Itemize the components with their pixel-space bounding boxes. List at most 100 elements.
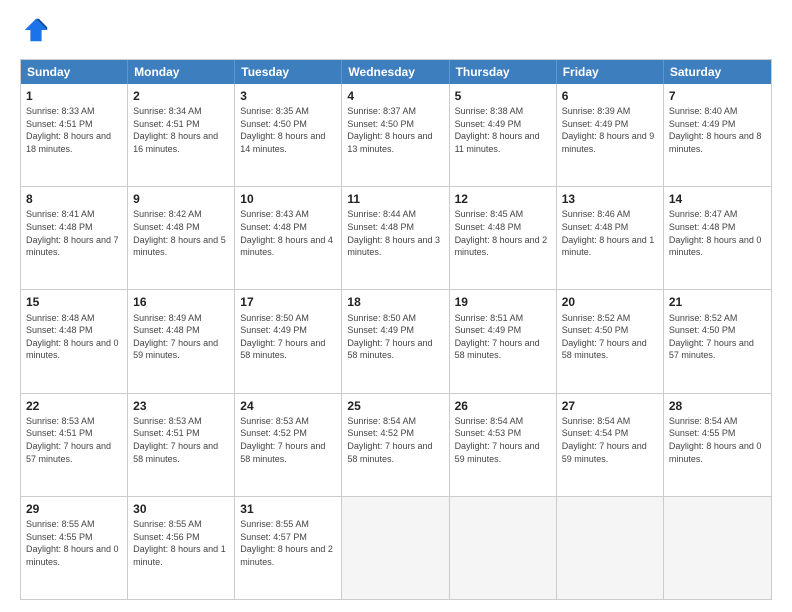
header-cell-friday: Friday <box>557 60 664 84</box>
cell-info: Daylight: 8 hours and 0 minutes. <box>669 234 766 259</box>
calendar-row-3: 15Sunrise: 8:48 AMSunset: 4:48 PMDayligh… <box>21 289 771 392</box>
cell-info: Sunrise: 8:47 AM <box>669 208 766 221</box>
day-number: 30 <box>133 501 229 517</box>
header <box>20 16 772 49</box>
cell-info: Sunrise: 8:43 AM <box>240 208 336 221</box>
cell-info: Sunset: 4:55 PM <box>26 531 122 544</box>
cell-info: Daylight: 8 hours and 1 minute. <box>133 543 229 568</box>
day-cell-19: 19Sunrise: 8:51 AMSunset: 4:49 PMDayligh… <box>450 290 557 392</box>
day-cell-1: 1Sunrise: 8:33 AMSunset: 4:51 PMDaylight… <box>21 84 128 186</box>
day-cell-27: 27Sunrise: 8:54 AMSunset: 4:54 PMDayligh… <box>557 394 664 496</box>
cell-info: Sunset: 4:54 PM <box>562 427 658 440</box>
day-number: 9 <box>133 191 229 207</box>
cell-info: Sunrise: 8:41 AM <box>26 208 122 221</box>
calendar-body: 1Sunrise: 8:33 AMSunset: 4:51 PMDaylight… <box>21 84 771 599</box>
day-number: 3 <box>240 88 336 104</box>
cell-info: Sunrise: 8:51 AM <box>455 312 551 325</box>
cell-info: Sunrise: 8:54 AM <box>669 415 766 428</box>
day-number: 16 <box>133 294 229 310</box>
day-number: 25 <box>347 398 443 414</box>
header-cell-wednesday: Wednesday <box>342 60 449 84</box>
day-cell-28: 28Sunrise: 8:54 AMSunset: 4:55 PMDayligh… <box>664 394 771 496</box>
cell-info: Sunrise: 8:38 AM <box>455 105 551 118</box>
day-cell-23: 23Sunrise: 8:53 AMSunset: 4:51 PMDayligh… <box>128 394 235 496</box>
cell-info: Sunrise: 8:55 AM <box>133 518 229 531</box>
day-number: 31 <box>240 501 336 517</box>
cell-info: Sunset: 4:51 PM <box>26 118 122 131</box>
cell-info: Sunrise: 8:53 AM <box>240 415 336 428</box>
cell-info: Sunrise: 8:46 AM <box>562 208 658 221</box>
day-number: 29 <box>26 501 122 517</box>
calendar-header: SundayMondayTuesdayWednesdayThursdayFrid… <box>21 60 771 84</box>
day-number: 27 <box>562 398 658 414</box>
cell-info: Sunset: 4:49 PM <box>240 324 336 337</box>
day-number: 4 <box>347 88 443 104</box>
day-number: 10 <box>240 191 336 207</box>
cell-info: Daylight: 8 hours and 0 minutes. <box>26 543 122 568</box>
empty-cell <box>557 497 664 599</box>
cell-info: Sunrise: 8:39 AM <box>562 105 658 118</box>
cell-info: Daylight: 8 hours and 4 minutes. <box>240 234 336 259</box>
day-cell-3: 3Sunrise: 8:35 AMSunset: 4:50 PMDaylight… <box>235 84 342 186</box>
header-cell-sunday: Sunday <box>21 60 128 84</box>
cell-info: Sunset: 4:51 PM <box>133 118 229 131</box>
calendar: SundayMondayTuesdayWednesdayThursdayFrid… <box>20 59 772 600</box>
calendar-row-2: 8Sunrise: 8:41 AMSunset: 4:48 PMDaylight… <box>21 186 771 289</box>
day-cell-13: 13Sunrise: 8:46 AMSunset: 4:48 PMDayligh… <box>557 187 664 289</box>
header-cell-thursday: Thursday <box>450 60 557 84</box>
cell-info: Sunrise: 8:42 AM <box>133 208 229 221</box>
calendar-row-4: 22Sunrise: 8:53 AMSunset: 4:51 PMDayligh… <box>21 393 771 496</box>
day-cell-7: 7Sunrise: 8:40 AMSunset: 4:49 PMDaylight… <box>664 84 771 186</box>
day-cell-25: 25Sunrise: 8:54 AMSunset: 4:52 PMDayligh… <box>342 394 449 496</box>
day-number: 18 <box>347 294 443 310</box>
cell-info: Sunrise: 8:53 AM <box>133 415 229 428</box>
cell-info: Daylight: 7 hours and 58 minutes. <box>347 440 443 465</box>
day-cell-18: 18 Sunrise: 8:50 AMSunset: 4:49 PMDayligh… <box>342 290 449 392</box>
day-number: 15 <box>26 294 122 310</box>
cell-info: Sunrise: 8:55 AM <box>26 518 122 531</box>
cell-info: Sunrise: 8:50 AM <box>240 312 336 325</box>
cell-info: Sunrise: 8:37 AM <box>347 105 443 118</box>
cell-info: Sunset: 4:48 PM <box>669 221 766 234</box>
cell-info: Daylight: 8 hours and 13 minutes. <box>347 130 443 155</box>
cell-info: Sunset: 4:52 PM <box>347 427 443 440</box>
day-number: 17 <box>240 294 336 310</box>
cell-info: Sunset: 4:50 PM <box>562 324 658 337</box>
cell-info: Sunrise: 8:54 AM <box>455 415 551 428</box>
cell-info: Daylight: 7 hours and 59 minutes. <box>455 440 551 465</box>
cell-info: Sunset: 4:49 PM <box>347 324 443 337</box>
logo-icon <box>22 16 50 44</box>
day-number: 26 <box>455 398 551 414</box>
cell-info: Sunrise: 8:50 AM <box>347 312 443 325</box>
cell-info: Sunrise: 8:40 AM <box>669 105 766 118</box>
cell-info: Sunset: 4:48 PM <box>562 221 658 234</box>
day-number: 7 <box>669 88 766 104</box>
day-cell-6: 6Sunrise: 8:39 AMSunset: 4:49 PMDaylight… <box>557 84 664 186</box>
cell-info: Sunset: 4:53 PM <box>455 427 551 440</box>
cell-info: Daylight: 8 hours and 14 minutes. <box>240 130 336 155</box>
day-number: 21 <box>669 294 766 310</box>
cell-info: Daylight: 7 hours and 57 minutes. <box>669 337 766 362</box>
cell-info: Sunrise: 8:55 AM <box>240 518 336 531</box>
day-cell-5: 5Sunrise: 8:38 AMSunset: 4:49 PMDaylight… <box>450 84 557 186</box>
cell-info: Sunset: 4:57 PM <box>240 531 336 544</box>
day-cell-12: 12Sunrise: 8:45 AMSunset: 4:48 PMDayligh… <box>450 187 557 289</box>
cell-info: Daylight: 7 hours and 58 minutes. <box>562 337 658 362</box>
cell-info: Daylight: 7 hours and 58 minutes. <box>347 337 443 362</box>
cell-info: Daylight: 7 hours and 58 minutes. <box>240 337 336 362</box>
cell-info: Sunset: 4:48 PM <box>26 324 122 337</box>
cell-info: Sunset: 4:52 PM <box>240 427 336 440</box>
header-cell-tuesday: Tuesday <box>235 60 342 84</box>
day-number: 19 <box>455 294 551 310</box>
day-number: 6 <box>562 88 658 104</box>
day-cell-17: 17 Sunrise: 8:50 AMSunset: 4:49 PMDayligh… <box>235 290 342 392</box>
day-cell-24: 24Sunrise: 8:53 AMSunset: 4:52 PMDayligh… <box>235 394 342 496</box>
cell-info: Daylight: 8 hours and 2 minutes. <box>240 543 336 568</box>
day-cell-9: 9Sunrise: 8:42 AMSunset: 4:48 PMDaylight… <box>128 187 235 289</box>
cell-info: Sunset: 4:51 PM <box>133 427 229 440</box>
empty-cell <box>342 497 449 599</box>
empty-cell <box>664 497 771 599</box>
cell-info: Sunset: 4:56 PM <box>133 531 229 544</box>
day-cell-22: 22Sunrise: 8:53 AMSunset: 4:51 PMDayligh… <box>21 394 128 496</box>
day-cell-26: 26Sunrise: 8:54 AMSunset: 4:53 PMDayligh… <box>450 394 557 496</box>
